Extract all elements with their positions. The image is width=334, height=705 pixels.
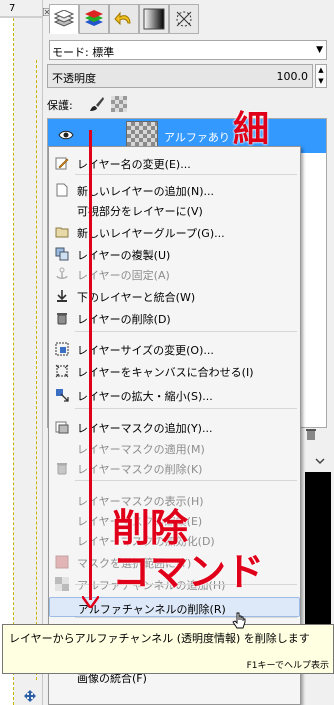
- menu-item[interactable]: レイヤーの複製(U): [49, 244, 300, 264]
- menu-separator: [75, 408, 297, 409]
- trash-icon: [55, 461, 69, 475]
- layer-boundary: [36, 60, 37, 680]
- lock-alpha-icon[interactable]: [111, 96, 127, 112]
- dock-tab-bar: [43, 4, 334, 36]
- tab-pointer[interactable]: [169, 4, 199, 34]
- opacity-value: 100.0: [276, 70, 309, 83]
- fit-canvas-icon: [55, 364, 69, 378]
- brush-icon[interactable]: [89, 96, 105, 112]
- merge-down-icon: [55, 289, 69, 303]
- mode-select[interactable]: モード: 標準 ▼: [49, 40, 327, 60]
- mode-row: モード: 標準 ▼: [47, 40, 327, 60]
- menu-item-label: アルファチャンネルの削除(R): [78, 603, 226, 616]
- tooltip-help: F1キーでヘルプ表示: [246, 661, 329, 671]
- lock-row: 保護:: [47, 96, 327, 112]
- ruler-number: 7: [9, 3, 16, 14]
- menu-item-label: レイヤー名の変更(E)...: [77, 158, 191, 171]
- menu-item[interactable]: レイヤーの削除(D): [49, 308, 300, 328]
- menu-item[interactable]: レイヤー名の変更(E)...: [49, 153, 300, 173]
- menu-item[interactable]: レイヤーをキャンバスに合わせる(I): [49, 361, 300, 381]
- add-mask-icon: [55, 420, 69, 434]
- mouse-cursor-icon: [232, 612, 246, 629]
- lock-label: 保護:: [47, 99, 73, 112]
- canvas[interactable]: [0, 18, 14, 705]
- mode-label: モード: 標準: [52, 46, 115, 59]
- tab-layers[interactable]: [49, 4, 79, 34]
- pointer-icon: [176, 11, 192, 27]
- tooltip: レイヤーからアルファチャンネル (透明度情報) を削除します F1キーでヘルプ表…: [2, 624, 334, 674]
- rename-icon: [55, 156, 69, 170]
- trash-icon[interactable]: [305, 428, 317, 440]
- new-layer-icon: [55, 183, 69, 197]
- tooltip-text: レイヤーからアルファチャンネル (透明度情報) を削除します: [9, 632, 310, 645]
- menu-item[interactable]: レイヤーマスクの適用(M): [49, 438, 300, 458]
- menu-item[interactable]: レイヤーの拡大・縮小(S)...: [49, 385, 300, 405]
- layer-context-menu: レイヤー名の変更(E)... 新しいレイヤーの追加(N)... 可視部分をレイヤーに…: [48, 146, 301, 705]
- menu-item-label: 新しいレイヤーの追加(N)...: [77, 185, 214, 198]
- eye-icon[interactable]: [58, 129, 74, 141]
- menu-item-label: レイヤーをキャンバスに合わせる(I): [77, 366, 254, 379]
- menu-item-label: レイヤーマスクの削除(K): [77, 463, 203, 476]
- menu-item-label: レイヤーサイズの変更(O)...: [77, 344, 214, 357]
- opacity-row: 不透明度 100.0 ▲ ▼: [47, 64, 327, 88]
- opacity-slider[interactable]: 不透明度 100.0: [47, 64, 313, 88]
- menu-item-label: 可視部分をレイヤーに(V): [77, 205, 203, 218]
- menu-separator: [75, 480, 297, 481]
- undo-history-icon: [114, 11, 131, 26]
- gradient-icon: [143, 8, 165, 30]
- annotation-thin: 細: [233, 109, 270, 150]
- menu-item-label: レイヤーの拡大・縮小(S)...: [77, 390, 213, 403]
- menu-separator: [75, 617, 297, 618]
- chevron-down-icon[interactable]: [315, 456, 325, 466]
- alpha-add-icon: [55, 577, 69, 591]
- menu-item-label: レイヤーマスクの追加(Y)...: [77, 422, 213, 435]
- menu-item[interactable]: レイヤーマスクの削除(K): [49, 458, 300, 478]
- menu-separator: [75, 331, 297, 332]
- mask-selection-icon: [55, 555, 69, 569]
- opacity-spinner[interactable]: ▲ ▼: [315, 64, 327, 88]
- menu-item[interactable]: 新しいレイヤーグループ(G)...: [49, 222, 300, 242]
- menu-separator: [75, 174, 297, 175]
- layer-size-icon: [55, 342, 69, 356]
- annotation-command: コマンド: [112, 550, 265, 594]
- tab-channels[interactable]: [79, 4, 109, 34]
- channels-icon: [85, 10, 103, 26]
- menu-item-label: 下のレイヤーと統合(W): [77, 291, 196, 304]
- scale-icon: [55, 388, 69, 402]
- menu-item[interactable]: 新しいレイヤーの追加(N)...: [49, 180, 300, 200]
- menu-item[interactable]: レイヤーサイズの変更(O)...: [49, 339, 300, 359]
- canvas-edge-area: 7: [0, 0, 42, 705]
- duplicate-icon: [55, 247, 69, 261]
- trash-icon: [55, 311, 69, 325]
- menu-item-label: 新しいレイヤーグループ(G)...: [77, 227, 225, 240]
- menu-item[interactable]: 下のレイヤーと統合(W): [49, 286, 300, 306]
- opacity-label: 不透明度: [52, 72, 96, 85]
- annotation-arrowhead: [82, 596, 99, 608]
- chevron-down-icon: ▼: [316, 45, 323, 55]
- annotation-arrow-line: [89, 130, 92, 600]
- menu-item[interactable]: 可視部分をレイヤーに(V): [49, 200, 300, 220]
- move-icon[interactable]: [24, 690, 36, 702]
- tab-paths[interactable]: [109, 4, 139, 34]
- anchor-icon: [55, 267, 69, 281]
- menu-item-label: レイヤーマスクの適用(M): [77, 443, 205, 456]
- layer-name[interactable]: アルファあり: [164, 129, 230, 145]
- folder-icon: [55, 225, 69, 239]
- tab-gradients[interactable]: [139, 4, 169, 34]
- layers-icon: [53, 10, 75, 27]
- menu-item[interactable]: レイヤーマスクの追加(Y)...: [49, 417, 300, 437]
- menu-item[interactable]: レイヤーの固定(A): [49, 264, 300, 284]
